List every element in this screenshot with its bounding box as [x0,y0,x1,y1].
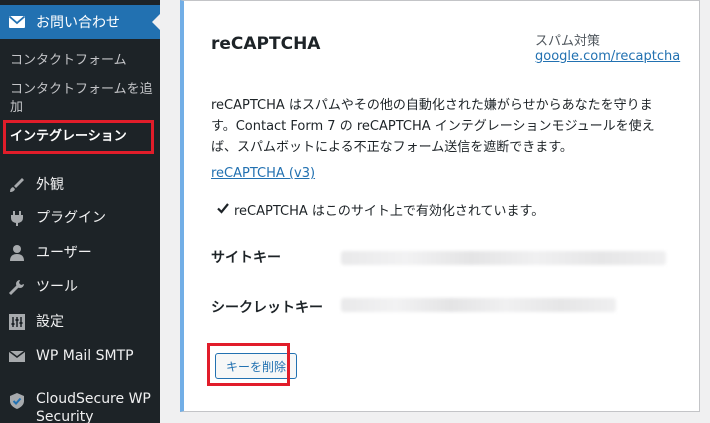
menu-contact[interactable]: お問い合わせ [0,5,160,39]
plugin-icon [8,209,26,227]
recaptcha-description: reCAPTCHA はスパムやその他の自動化された嫌がらせからあなたを守ります。… [211,98,655,155]
current-menu-arrow [152,14,160,30]
menu-plugins-label: プラグイン [36,210,106,226]
site-key-label: サイトキー [211,250,281,266]
menu-tools-label: ツール [36,279,78,295]
menu-appearance[interactable]: 外観 [0,168,160,202]
spam-protection-label: スパム対策 [535,34,601,49]
recaptcha-status-text: reCAPTCHA はこのサイト上で有効化されています。 [234,204,545,219]
google-recaptcha-link[interactable]: google.com/recaptcha [535,49,680,64]
secret-key-value-masked [341,298,616,312]
menu-users-label: ユーザー [36,245,92,261]
menu-settings[interactable]: 設定 [0,305,160,339]
recaptcha-status: reCAPTCHA はこのサイト上で有効化されています。 [217,200,544,219]
envelope-icon [8,13,26,31]
menu-cloudsecure[interactable]: CloudSecure WP Security [0,390,160,423]
menu-users[interactable]: ユーザー [0,236,160,270]
wrench-icon [8,278,26,296]
settings-icon [8,313,26,331]
mail-smtp-icon [8,347,26,365]
submenu-add-contact-form[interactable]: コンタクトフォームを追加 [10,81,155,117]
submenu-contact-forms[interactable]: コンタクトフォーム [10,52,155,70]
secret-key-label: シークレットキー [211,300,323,316]
menu-tools[interactable]: ツール [0,270,160,304]
shield-check-icon [8,392,26,410]
user-icon [8,244,26,262]
menu-settings-label: 設定 [36,314,64,330]
checkmark-icon [217,202,229,218]
delete-keys-button[interactable]: キーを削除 [215,353,298,379]
menu-appearance-label: 外観 [36,177,64,193]
menu-plugins[interactable]: プラグイン [0,201,160,235]
paintbrush-icon [8,176,26,194]
submenu-integration[interactable]: インテグレーション [10,128,155,146]
card-title: reCAPTCHA [211,34,321,54]
menu-contact-label: お問い合わせ [36,15,120,31]
recaptcha-v3-link[interactable]: reCAPTCHA (v3) [211,166,315,181]
admin-sidebar: お問い合わせ コンタクトフォーム コンタクトフォームを追加 インテグレーション … [0,0,160,423]
menu-wp-mail-smtp-label: WP Mail SMTP [36,348,134,364]
menu-cloudsecure-label: CloudSecure WP Security [36,391,151,423]
menu-wp-mail-smtp[interactable]: WP Mail SMTP [0,339,160,373]
site-key-value-masked [341,251,666,265]
recaptcha-card: reCAPTCHA スパム対策 google.com/recaptcha reC… [180,0,700,412]
